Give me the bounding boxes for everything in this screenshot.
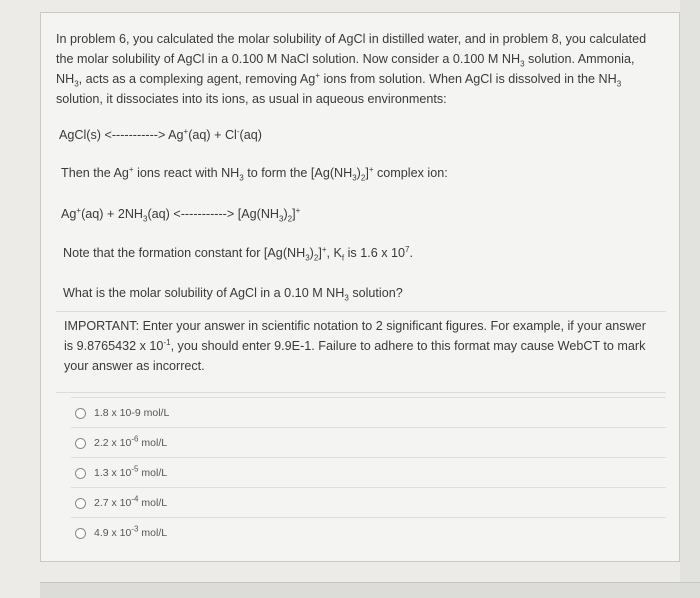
bottom-bar — [40, 582, 700, 598]
answer-option[interactable]: 2.7 x 10-4 mol/L — [71, 487, 666, 518]
text-segment: Note that the formation constant for [Ag… — [63, 246, 306, 260]
answer-option[interactable]: 1.3 x 10-5 mol/L — [71, 457, 666, 488]
text-segment: , K — [326, 246, 342, 260]
text-segment: solution, it dissociates into its ions, … — [56, 92, 447, 106]
option-label: 1.3 x 10-5 mol/L — [94, 464, 168, 479]
text-segment: 2.7 x 10 — [94, 497, 132, 509]
text-segment: mol/L — [138, 527, 168, 539]
subscript-text: 3 — [616, 79, 622, 89]
text-segment: 1.8 x 10-9 mol/L — [94, 407, 170, 419]
formation-constant-note: Note that the formation constant for [Ag… — [63, 243, 413, 263]
answer-option[interactable]: 2.2 x 10-6 mol/L — [71, 427, 666, 458]
radio-button[interactable] — [75, 437, 86, 449]
supscript-text: + — [295, 205, 301, 215]
important-instructions: IMPORTANT: Enter your answer in scientif… — [56, 311, 666, 393]
text-segment: (aq) — [239, 128, 262, 142]
text-segment: . — [409, 246, 413, 260]
intro-text: In problem 6, you calculated the molar s… — [56, 29, 656, 109]
radio-button[interactable] — [75, 407, 86, 419]
background-edge — [680, 0, 700, 597]
supscript-text: -4 — [131, 494, 139, 504]
text-segment: is 1.6 x 10 — [344, 246, 406, 260]
question-panel: In problem 6, you calculated the molar s… — [40, 12, 680, 562]
text-segment: ions react with NH — [133, 166, 240, 180]
supscript-text: -6 — [131, 434, 139, 444]
text-segment: 1.3 x 10 — [94, 467, 132, 479]
text-segment: (aq) + 2NH — [81, 207, 144, 221]
text-segment: mol/L — [138, 497, 168, 509]
supscript-text: -3 — [131, 524, 139, 534]
text-segment: Ag — [61, 207, 77, 221]
complex-text: Then the Ag+ ions react with NH3 to form… — [61, 163, 448, 183]
equation-complex: Ag+(aq) + 2NH3(aq) <-----------> [Ag(NH3… — [61, 204, 300, 224]
text-segment: What is the molar solubility of AgCl in … — [63, 286, 345, 300]
text-segment: ions from solution. When AgCl is dissolv… — [319, 72, 617, 86]
supscript-text: -1 — [163, 337, 171, 347]
option-label: 2.2 x 10-6 mol/L — [94, 434, 168, 449]
text-segment: solution? — [348, 286, 403, 300]
text-segment: mol/L — [138, 467, 168, 479]
option-label: 4.9 x 10-3 mol/L — [94, 524, 168, 539]
radio-button[interactable] — [75, 497, 86, 509]
text-segment: AgCl(s) <-----------> Ag — [59, 128, 184, 142]
text-segment: mol/L — [138, 437, 168, 449]
text-segment: 2.2 x 10 — [94, 437, 132, 449]
text-segment: to form the [Ag(NH — [243, 166, 353, 180]
option-label: 1.8 x 10-9 mol/L — [94, 407, 169, 419]
text-segment: Then the Ag — [61, 166, 129, 180]
equation-dissociation: AgCl(s) <-----------> Ag+(aq) + Cl-(aq) — [59, 125, 262, 145]
answer-option[interactable]: 4.9 x 10-3 mol/L — [71, 517, 666, 548]
text-segment: 4.9 x 10 — [94, 527, 132, 539]
radio-button[interactable] — [75, 527, 86, 539]
text-segment: complex ion: — [373, 166, 448, 180]
answer-option[interactable]: 1.8 x 10-9 mol/L — [71, 397, 666, 428]
text-segment: , acts as a complexing agent, removing A… — [78, 72, 316, 86]
option-label: 2.7 x 10-4 mol/L — [94, 494, 168, 509]
text-segment: (aq) + Cl — [188, 128, 237, 142]
radio-button[interactable] — [75, 467, 86, 479]
question-text: What is the molar solubility of AgCl in … — [63, 283, 403, 303]
text-segment: (aq) <-----------> [Ag(NH — [147, 207, 280, 221]
supscript-text: -5 — [131, 464, 139, 474]
